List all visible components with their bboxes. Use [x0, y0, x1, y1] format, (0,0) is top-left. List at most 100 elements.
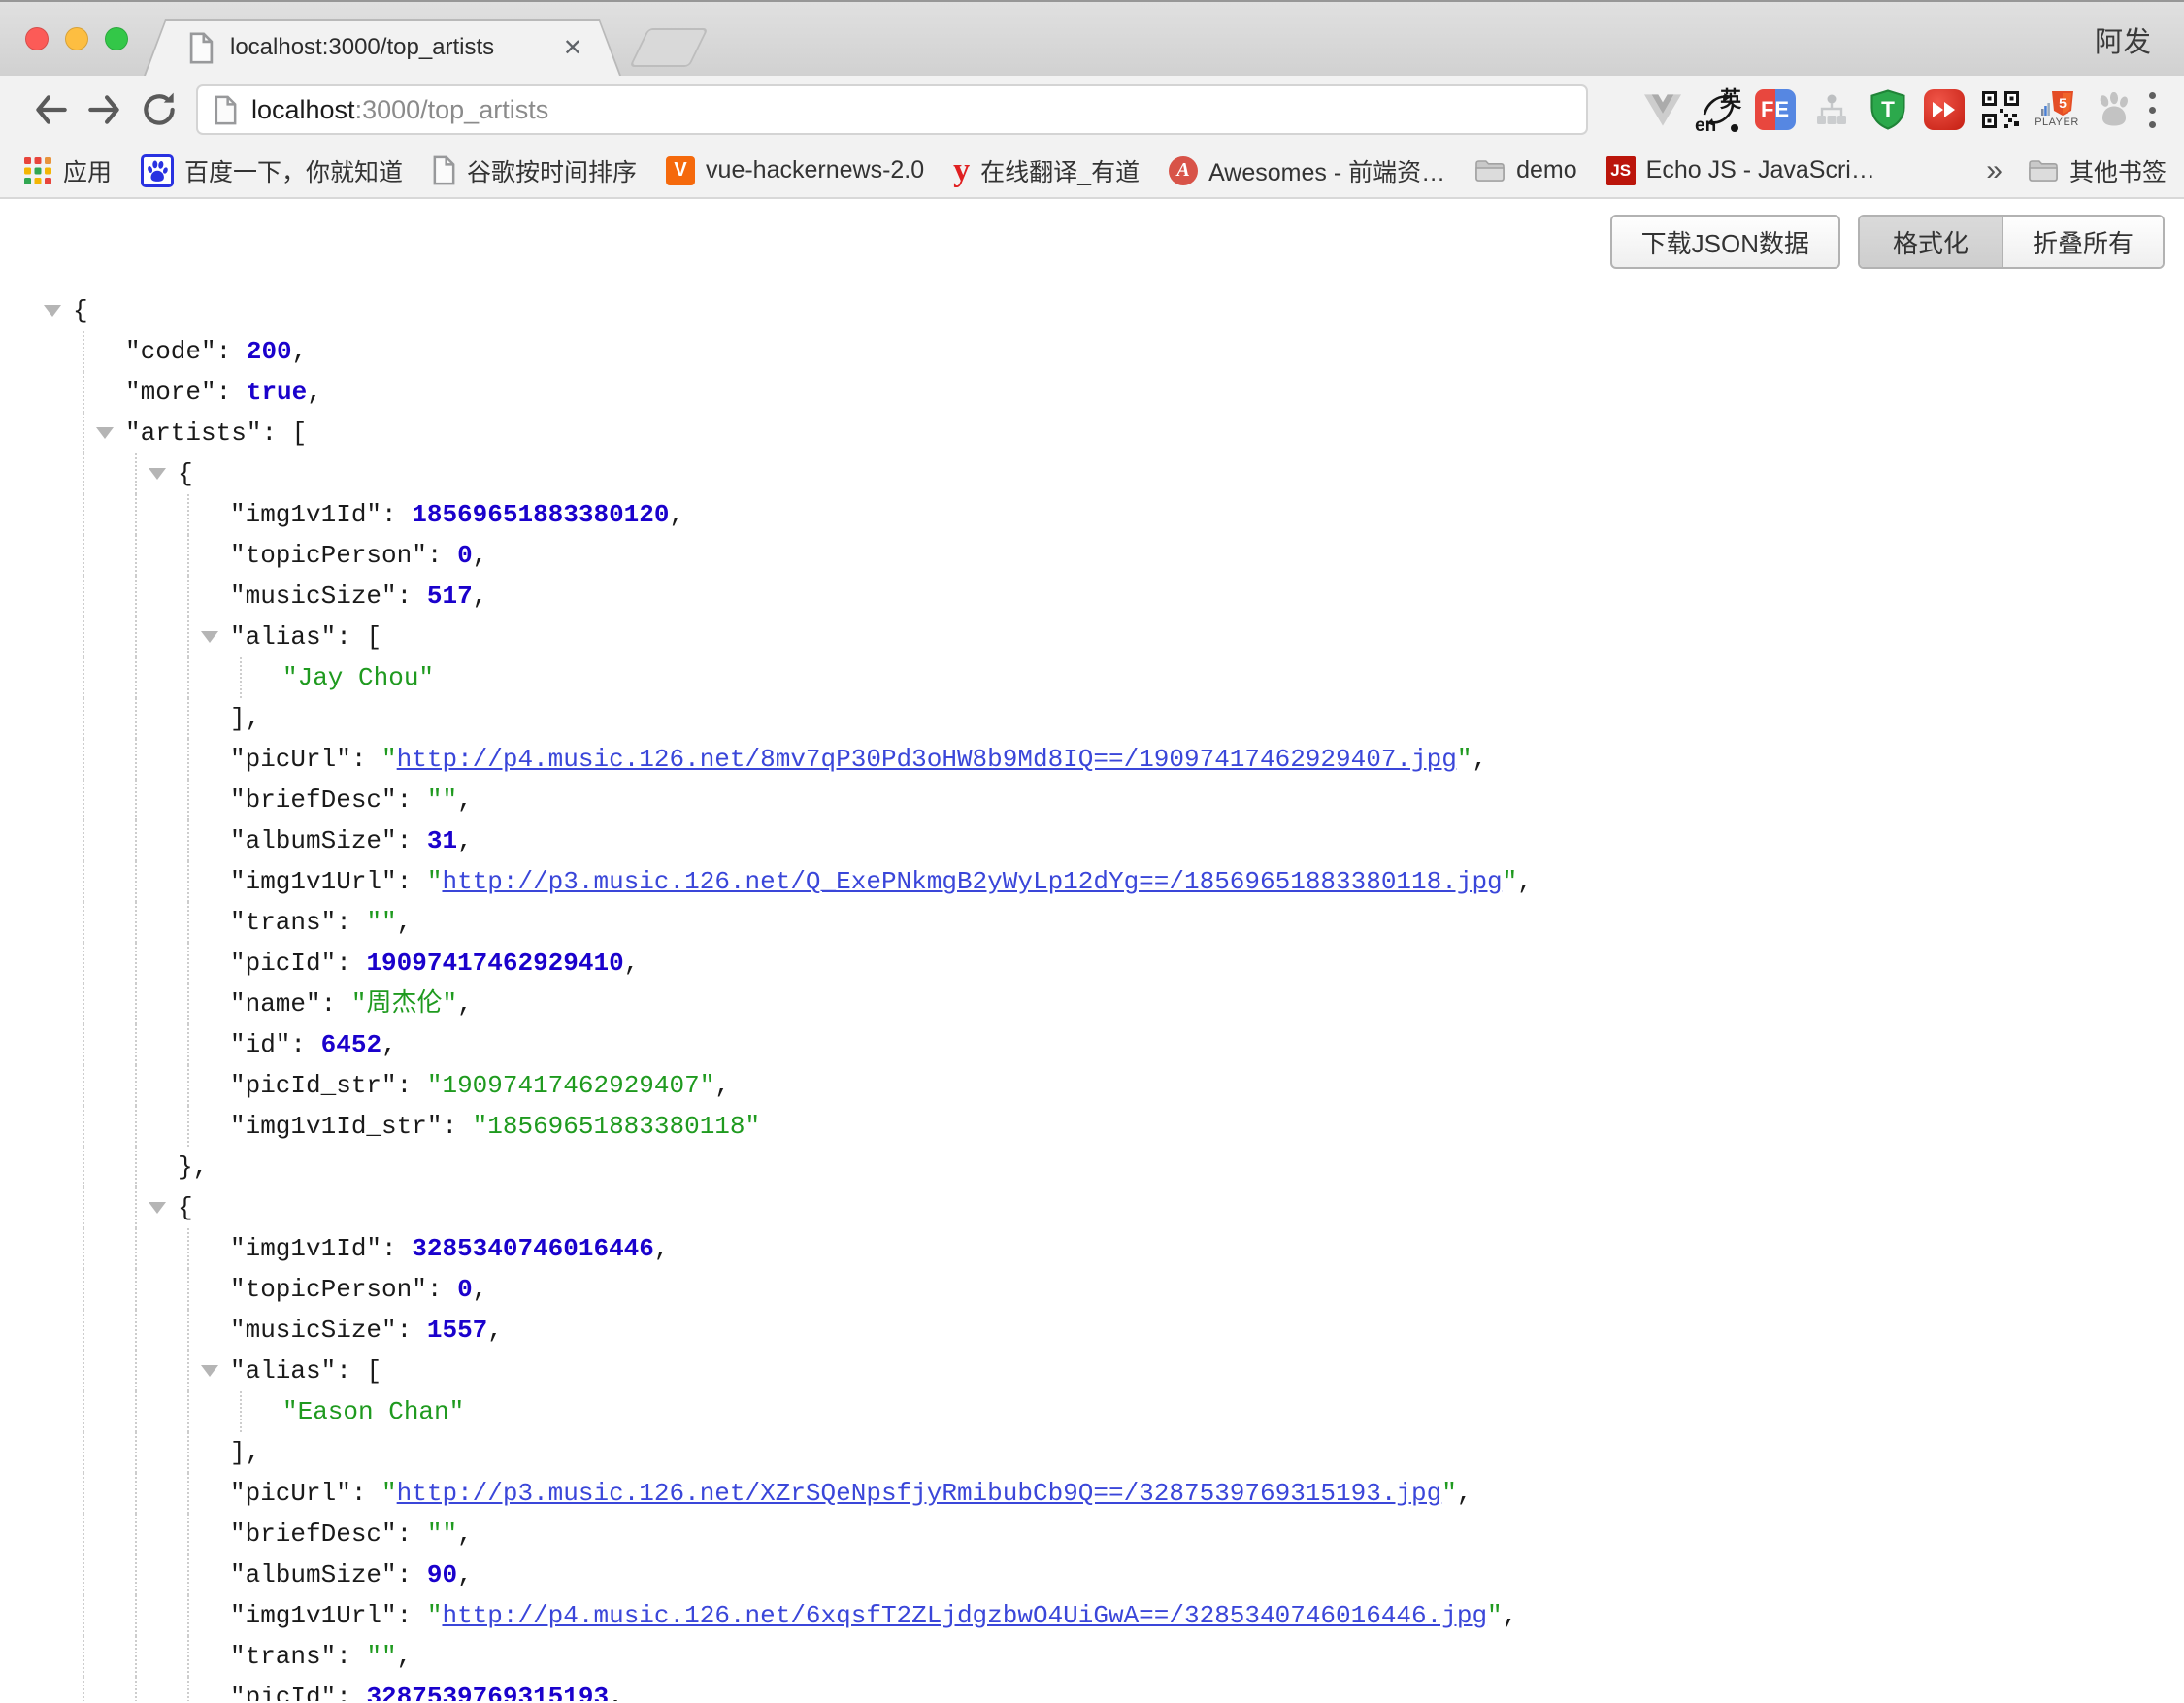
json-token: "name" [230, 989, 321, 1018]
indent-guide [187, 902, 189, 943]
fe-icon: FE [1755, 89, 1796, 130]
extension-fe-button[interactable]: FE [1751, 85, 1800, 134]
json-url-link[interactable]: http://p4.music.126.net/8mv7qP30Pd3oHW8b… [397, 745, 1457, 774]
collapse-toggle-icon[interactable] [149, 468, 166, 480]
browser-menu-button[interactable] [2137, 86, 2167, 133]
bookmark-item[interactable]: Vvue-hackernews-2.0 [666, 156, 924, 185]
json-token: "alias" [230, 1356, 336, 1386]
format-button[interactable]: 格式化 [1860, 217, 2003, 267]
json-token: " [1487, 1601, 1503, 1630]
json-token: , [381, 1030, 397, 1059]
extension-paw-button[interactable] [2089, 85, 2137, 134]
json-token: : [336, 1356, 366, 1386]
json-viewer: {"code": 200,"more": true,"artists": [{"… [0, 290, 2184, 1701]
json-token: "picId_str" [230, 1071, 397, 1100]
json-line: "picUrl": "http://p4.music.126.net/8mv7q… [0, 739, 2184, 780]
tampermonkey-icon: T [1869, 89, 1907, 130]
json-token: [ [366, 1356, 381, 1386]
extension-qr-code-button[interactable] [1976, 85, 2025, 134]
indent-guide [83, 1554, 84, 1595]
json-token: "" [427, 785, 457, 815]
collapse-toggle-icon[interactable] [96, 427, 114, 439]
json-token: "picId" [230, 1683, 336, 1701]
url-path: :3000/top_artists [355, 95, 549, 124]
json-token: " [427, 867, 443, 896]
forward-button[interactable] [78, 83, 132, 137]
indent-guide [135, 943, 137, 984]
extension-translate-button[interactable]: 英en [1695, 85, 1743, 134]
indent-guide [135, 1024, 137, 1065]
json-token: : [261, 418, 291, 448]
extension-vue-devtools-button[interactable] [1638, 85, 1687, 134]
bookmark-item[interactable]: AAwesomes - 前端资… [1169, 153, 1445, 188]
window-zoom-button[interactable] [105, 27, 128, 50]
json-token: , [457, 1560, 473, 1589]
indent-guide [187, 1310, 189, 1351]
translate-icon: 英en [1696, 86, 1742, 133]
extension-html5-player-button[interactable]: 5PLAYER [2033, 85, 2081, 134]
download-json-button[interactable]: 下载JSON数据 [1610, 215, 1840, 269]
bookmark-item[interactable]: 应用 [23, 153, 112, 188]
bookmark-item[interactable]: demo [1474, 156, 1577, 184]
json-token: : [427, 1275, 457, 1304]
back-button[interactable] [23, 83, 78, 137]
extension-tampermonkey-button[interactable]: T [1864, 85, 1912, 134]
browser-tab[interactable]: localhost:3000/top_artists ✕ [144, 19, 621, 76]
json-line: "topicPerson": 0, [0, 1269, 2184, 1310]
json-token: 3287539769315193 [366, 1683, 609, 1701]
json-line: "musicSize": 1557, [0, 1310, 2184, 1351]
window-close-button[interactable] [25, 27, 49, 50]
json-token: : [427, 541, 457, 570]
bookmark-item[interactable]: y在线翻译_有道 [953, 153, 1140, 188]
window-minimize-button[interactable] [65, 27, 88, 50]
baidu-paw-icon [141, 154, 174, 187]
extension-fast-forward-button[interactable] [1920, 85, 1969, 134]
collapse-toggle-icon[interactable] [149, 1202, 166, 1214]
collapse-toggle-icon[interactable] [44, 305, 61, 317]
indent-guide [187, 1065, 189, 1106]
indent-guide [135, 1065, 137, 1106]
json-line: "img1v1Url": "http://p4.music.126.net/6x… [0, 1595, 2184, 1636]
indent-guide [187, 780, 189, 820]
bookmark-item[interactable]: JSEcho JS - JavaScri… [1606, 156, 1875, 185]
extension-sitemap-button[interactable] [1807, 85, 1856, 134]
navigation-toolbar: localhost:3000/top_artists 英en FE T 5PLAYER [0, 76, 2184, 144]
indent-guide [135, 535, 137, 576]
fast-forward-icon [1924, 89, 1965, 130]
indent-guide [187, 861, 189, 902]
json-token: "trans" [230, 908, 336, 937]
json-line: "more": true, [0, 372, 2184, 413]
address-bar[interactable]: localhost:3000/top_artists [196, 84, 1588, 135]
json-line: }, [0, 1147, 2184, 1187]
json-url-link[interactable]: http://p3.music.126.net/Q_ExePNkmgB2yWyL… [442, 867, 1502, 896]
json-token: , [246, 704, 261, 733]
json-line: "img1v1Id_str": "18569651883380118" [0, 1106, 2184, 1147]
profile-name[interactable]: 阿发 [2095, 19, 2151, 60]
indent-guide [187, 1554, 189, 1595]
json-token: , [1503, 1601, 1518, 1630]
json-token: "" [366, 1642, 396, 1671]
json-token: "" [366, 908, 396, 937]
new-tab-button[interactable] [629, 28, 709, 67]
json-token: : [216, 378, 247, 407]
json-url-link[interactable]: http://p3.music.126.net/XZrSQeNpsfjyRmib… [397, 1479, 1442, 1508]
json-token: "trans" [230, 1642, 336, 1671]
collapse-toggle-icon[interactable] [201, 1365, 218, 1377]
indent-guide [83, 1432, 84, 1473]
indent-guide [187, 1677, 189, 1701]
json-line: ], [0, 698, 2184, 739]
collapse-all-button[interactable]: 折叠所有 [2003, 217, 2163, 267]
tab-close-icon[interactable]: ✕ [563, 34, 582, 62]
reload-button[interactable] [132, 83, 186, 137]
bookmark-item[interactable]: 谷歌按时间排序 [432, 153, 637, 188]
json-token: [ [366, 622, 381, 651]
json-token: : [336, 622, 366, 651]
other-bookmarks-folder[interactable]: 其他书签 [2028, 153, 2167, 188]
collapse-toggle-icon[interactable] [201, 631, 218, 643]
json-url-link[interactable]: http://p4.music.126.net/6xqsfT2ZLjdgzbwO… [442, 1601, 1487, 1630]
indent-guide [135, 617, 137, 657]
bookmarks-overflow-chevron[interactable]: » [1986, 154, 2002, 187]
json-token: "musicSize" [230, 582, 397, 611]
json-token: : [397, 785, 427, 815]
bookmark-item[interactable]: 百度一下，你就知道 [141, 153, 403, 188]
